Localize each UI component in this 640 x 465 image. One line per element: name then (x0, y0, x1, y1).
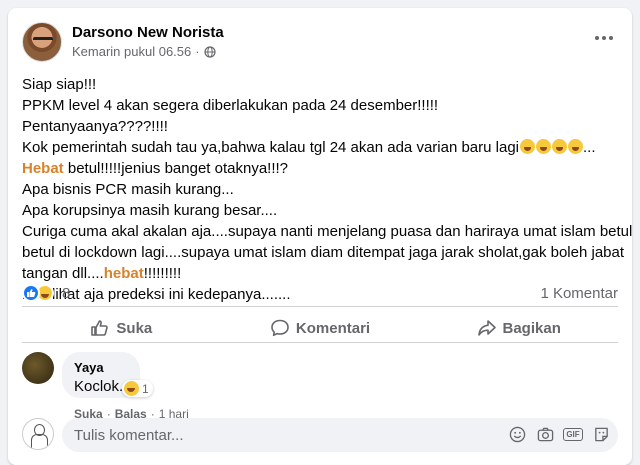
post-line-suffix: ... (583, 139, 596, 156)
comment-bubble-icon (271, 319, 289, 337)
post-line-text: tangan dll.... (22, 265, 104, 282)
laughing-emoji-icon (568, 139, 583, 154)
laughing-emoji-icon (536, 139, 551, 154)
camera-icon[interactable] (536, 425, 554, 443)
post-line-with-emoji: Kok pemerintah sudah tau ya,bahwa kalau … (22, 137, 622, 158)
laughing-emoji-icon (520, 139, 535, 154)
like-reaction-icon (22, 284, 40, 302)
commenter-avatar[interactable] (22, 352, 54, 384)
post-line: Siap siap!!! (22, 76, 97, 93)
divider (22, 306, 618, 307)
post-meta: Kemarin pukul 06.56 · (72, 44, 216, 59)
laughing-emoji-icon (552, 139, 567, 154)
composer-tools: GIF (508, 425, 610, 443)
gif-icon[interactable]: GIF (563, 425, 583, 443)
post-line: Kita lihat aja predeksi ini kedepanya...… (22, 286, 291, 303)
more-options-icon[interactable] (590, 28, 618, 48)
comment-reaction-count: 1 (142, 381, 149, 396)
haha-reaction-icon (124, 381, 139, 396)
post-header: Darsono New Norista Kemarin pukul 06.56 … (22, 22, 618, 64)
globe-icon (203, 45, 216, 58)
comment-count[interactable]: 1 Komentar (540, 285, 618, 302)
author-avatar[interactable] (22, 22, 62, 62)
post-line: Pentanyaanya????!!!! (22, 118, 168, 135)
post-card: Darsono New Norista Kemarin pukul 06.56 … (8, 8, 632, 465)
post-body: Siap siap!!! PPKM level 4 akan segera di… (22, 74, 633, 305)
sticker-icon[interactable] (592, 425, 610, 443)
emoji-icon[interactable] (508, 425, 526, 443)
post-line: betul di lockdown lagi....supaya umat is… (22, 244, 625, 261)
reaction-summary[interactable]: 8 (22, 284, 70, 302)
comment-composer: GIF (22, 418, 618, 454)
post-line-text: !!!!!!!!! (143, 265, 182, 282)
meta-separator: · (195, 44, 200, 59)
post-line-hebat: Hebat betul!!!!!jenius banget otaknya!!!… (22, 158, 622, 179)
post-timestamp[interactable]: Kemarin pukul 06.56 (72, 44, 191, 59)
comment-text: Koclok.. (74, 378, 128, 395)
post-line: Curiga cuma akal akalan aja....supaya na… (22, 223, 633, 240)
divider (22, 342, 618, 343)
highlight-word: Hebat (22, 160, 64, 177)
comment-label: Komentari (295, 319, 371, 337)
share-label: Bagikan (502, 319, 561, 337)
post-line: Apa bisnis PCR masih kurang... (22, 181, 234, 198)
thumbs-up-icon (91, 320, 109, 336)
post-line-text: Kok pemerintah sudah tau ya,bahwa kalau … (22, 139, 519, 156)
highlight-word: hebat (103, 265, 144, 282)
comment-input-wrap: GIF (62, 418, 618, 452)
share-arrow-icon (477, 320, 496, 336)
current-user-avatar (22, 418, 54, 450)
commenter-name[interactable]: Yaya (74, 360, 128, 375)
post-line: PPKM level 4 akan segera diberlakukan pa… (22, 97, 439, 114)
post-line-hebat: tangan dll....hebat!!!!!!!!! (22, 263, 622, 284)
post-line: Apa korupsinya masih kurang besar.... (22, 202, 278, 219)
comment-input[interactable] (74, 426, 454, 444)
comment-reaction-badge[interactable]: 1 (122, 380, 153, 397)
like-label: Suka (116, 319, 153, 337)
post-line-text: betul!!!!!jenius banget otaknya!!!? (63, 160, 289, 177)
author-name[interactable]: Darsono New Norista (72, 24, 224, 41)
reaction-count: 8 (62, 284, 71, 302)
